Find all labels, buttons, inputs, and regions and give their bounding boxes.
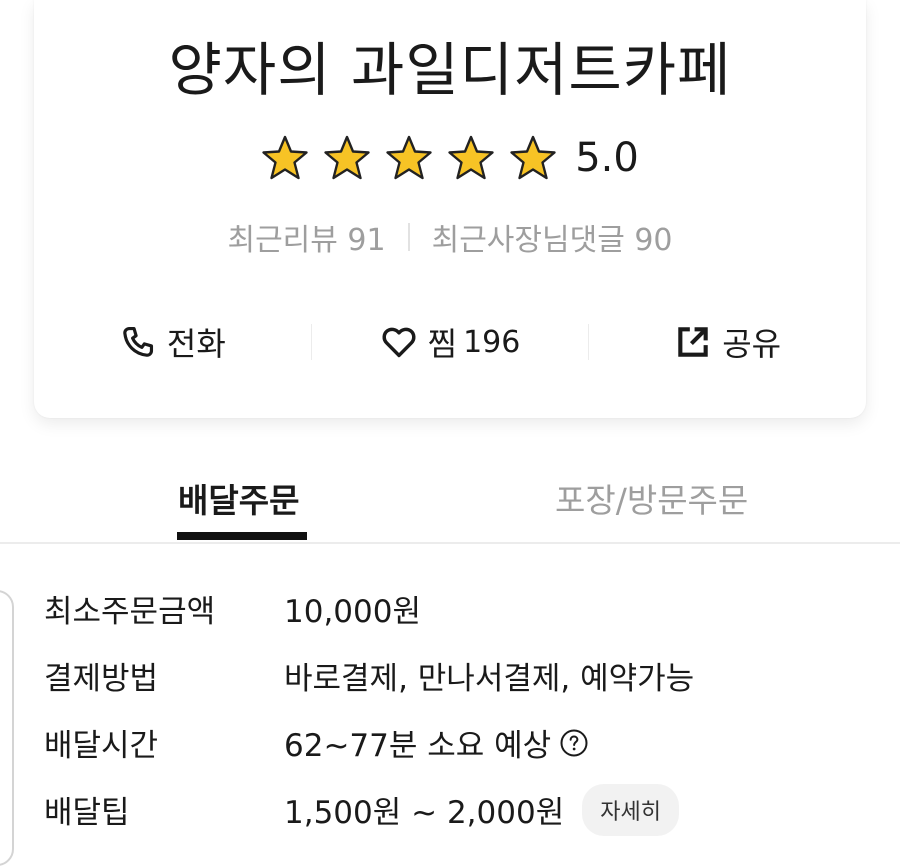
order-type-tabs: 배달주문 포장/방문주문 <box>0 458 900 544</box>
info-label: 배달시간 <box>44 728 159 764</box>
info-value-wrap: 62~77분 소요 예상 <box>284 720 589 765</box>
star-icon <box>324 135 370 180</box>
tab-pickup-order[interactable]: 포장/방문주문 <box>555 474 748 522</box>
details-button[interactable]: 자세히 <box>582 783 679 836</box>
share-button[interactable]: 공유 <box>589 319 866 365</box>
side-panel-edge <box>0 590 14 866</box>
heart-icon <box>382 327 416 358</box>
delivery-info: 최소주문금액 10,000원 결제방법 바로결제, 만나서결제, 예약가능 배달… <box>44 575 694 843</box>
info-value: 1,500원 ~ 2,000원 <box>284 795 565 831</box>
rating-row: 5.0 <box>34 133 866 183</box>
review-stats: 최근리뷰 91 최근사장님댓글 90 <box>34 215 866 259</box>
active-tab-indicator <box>177 532 307 540</box>
call-label: 전화 <box>166 325 226 363</box>
star-icon <box>262 135 308 180</box>
help-icon[interactable] <box>559 728 589 758</box>
info-label: 결제방법 <box>44 661 159 697</box>
info-label: 배달팁 <box>44 795 130 831</box>
recent-review-link[interactable]: 최근리뷰 91 <box>227 215 385 259</box>
store-header-card: 양자의 과일디저트카페 5.0 최근리뷰 91 최근사장님댓글 90 전화 찜 … <box>34 0 866 418</box>
info-row-delivery-tip: 배달팁 1,500원 ~ 2,000원 자세히 <box>44 776 694 843</box>
action-bar: 전화 찜 196 공유 <box>34 312 866 372</box>
like-button[interactable]: 찜 196 <box>312 319 589 365</box>
like-count: 196 <box>463 324 521 360</box>
info-label: 최소주문금액 <box>44 594 216 630</box>
info-value: 10,000원 <box>284 594 421 630</box>
info-value-wrap: 1,500원 ~ 2,000원 자세히 <box>284 783 679 836</box>
tab-delivery-order[interactable]: 배달주문 <box>178 474 299 522</box>
recent-reply-link[interactable]: 최근사장님댓글 90 <box>432 215 673 259</box>
phone-icon <box>123 326 153 357</box>
star-icon <box>510 135 556 180</box>
info-row-delivery-time: 배달시간 62~77분 소요 예상 <box>44 709 694 776</box>
share-icon <box>678 327 708 357</box>
review-divider <box>407 223 410 251</box>
share-label: 공유 <box>722 325 782 363</box>
like-label: 찜 <box>427 325 458 363</box>
call-button[interactable]: 전화 <box>34 319 311 365</box>
rating-value: 5.0 <box>575 135 639 181</box>
store-name: 양자의 과일디저트카페 <box>168 36 732 104</box>
info-value: 바로결제, 만나서결제, 예약가능 <box>284 661 695 697</box>
info-row-min-order: 최소주문금액 10,000원 <box>44 575 694 642</box>
star-icon <box>386 135 432 180</box>
info-row-payment: 결제방법 바로결제, 만나서결제, 예약가능 <box>44 642 694 709</box>
star-icon <box>448 135 494 180</box>
info-value: 62~77분 소요 예상 <box>284 728 552 764</box>
